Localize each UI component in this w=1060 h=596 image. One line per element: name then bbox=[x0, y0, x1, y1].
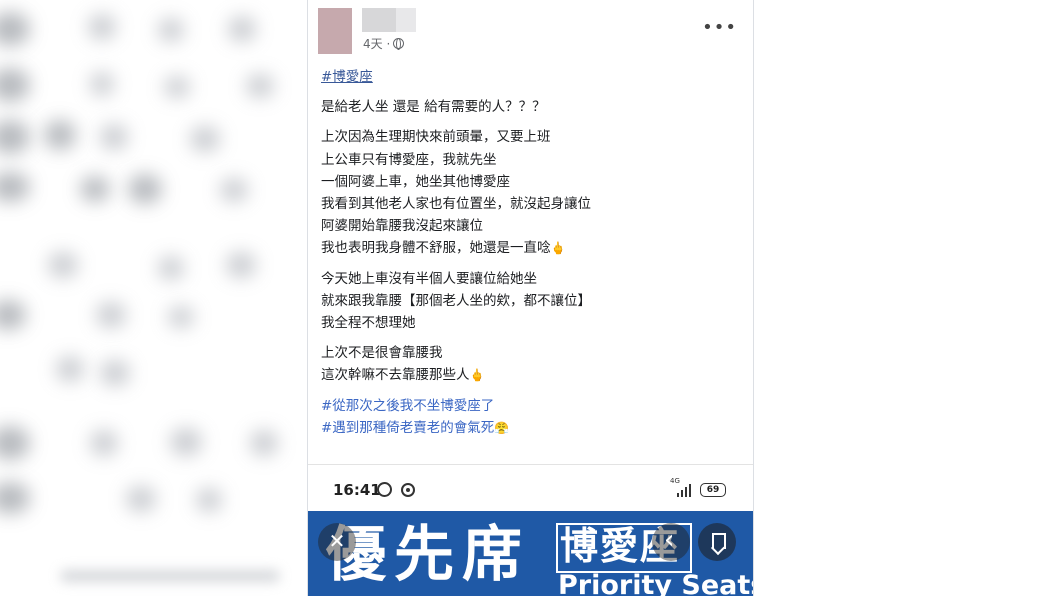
text-line: 就來跟我靠腰【那個老人坐的欸，都不讓位】 bbox=[321, 292, 591, 309]
chrome-icon bbox=[401, 483, 415, 497]
avatar[interactable] bbox=[318, 8, 352, 54]
middle-finger-emoji: 🖕 bbox=[469, 368, 485, 383]
text-line: 上公車只有博愛座，我就先坐 bbox=[321, 151, 497, 168]
priority-seats-sign: 優先席 博愛座 Priority Seats ✕ bbox=[308, 511, 753, 596]
alarm-icon bbox=[377, 482, 392, 497]
signal-icon bbox=[673, 481, 691, 497]
post-body: #博愛座 是給老人坐 還是 給有需要的人？？？ 上次因為生理期快來前頭暈，又要上… bbox=[321, 66, 741, 447]
status-clock: 16:41 bbox=[333, 481, 381, 499]
blurred-background-left bbox=[0, 0, 307, 596]
sign-large-text: 優先席 bbox=[326, 520, 530, 590]
paragraph-3: 上次不是很會靠腰我 這次幹嘛不去靠腰那些人🖕 bbox=[321, 342, 741, 386]
angry-face-emoji: 😤 bbox=[494, 420, 510, 435]
hashtag-link[interactable]: #從那次之後我不坐博愛座了 bbox=[321, 398, 494, 414]
text-line: 這次幹嘛不去靠腰那些人🖕 bbox=[321, 364, 741, 386]
text-line: 阿婆開始靠腰我沒起來讓位 bbox=[321, 218, 483, 235]
text-line: 我也表明我身體不舒服，她還是一直唸🖕 bbox=[321, 237, 741, 259]
hashtag-line: #博愛座 bbox=[321, 66, 741, 88]
bottom-hashtags: #從那次之後我不坐博愛座了 #遇到那種倚老賣老的會氣死😤 bbox=[321, 395, 741, 439]
hashtag-link[interactable]: #遇到那種倚老賣老的會氣死 bbox=[321, 420, 494, 436]
text-line: 我看到其他老人家也有位置坐，就沒起身讓位 bbox=[321, 196, 591, 213]
globe-icon bbox=[393, 38, 405, 50]
more-horizontal-icon[interactable]: ••• bbox=[702, 19, 737, 37]
paragraph-2: 今天她上車沒有半個人要讓位給她坐 就來跟我靠腰【那個老人坐的欸，都不讓位】 我全… bbox=[321, 268, 741, 335]
battery-icon: 69 bbox=[700, 483, 726, 497]
share-icon[interactable] bbox=[652, 523, 690, 561]
close-icon[interactable]: ✕ bbox=[318, 523, 356, 561]
bookmark-icon[interactable] bbox=[698, 523, 736, 561]
text-line: 我全程不想理她 bbox=[321, 315, 416, 332]
text-line: 上次不是很會靠腰我 bbox=[321, 345, 443, 362]
timestamp-text: 4天 · bbox=[363, 37, 391, 51]
sign-english-text: Priority Seats bbox=[558, 570, 753, 596]
text-line-content: 這次幹嘛不去靠腰那些人 bbox=[321, 367, 470, 384]
social-post-card: 4天 · ••• #博愛座 是給老人坐 還是 給有需要的人？？？ 上次因為生理期… bbox=[307, 0, 754, 596]
hashtag-link[interactable]: #博愛座 bbox=[321, 69, 373, 85]
paragraph-1: 上次因為生理期快來前頭暈，又要上班 上公車只有博愛座，我就先坐 一個阿婆上車，她… bbox=[321, 126, 741, 259]
background-right bbox=[752, 0, 1060, 596]
text-line: 今天她上車沒有半個人要讓位給她坐 bbox=[321, 270, 537, 287]
post-photo[interactable]: 16:41 4G 69 優先席 博愛座 Priority Seats ✕ bbox=[308, 464, 753, 596]
middle-finger-emoji: 🖕 bbox=[550, 241, 566, 256]
author-name-redacted-part bbox=[396, 8, 416, 32]
question-line: 是給老人坐 還是 給有需要的人？？？ bbox=[321, 99, 546, 116]
text-line: 一個阿婆上車，她坐其他博愛座 bbox=[321, 173, 510, 190]
text-line-content: 我也表明我身體不舒服，她還是一直唸 bbox=[321, 240, 551, 257]
post-header: 4天 · ••• bbox=[308, 0, 753, 60]
post-timestamp[interactable]: 4天 · bbox=[363, 35, 405, 52]
text-line: 上次因為生理期快來前頭暈，又要上班 bbox=[321, 129, 551, 146]
phone-status-bar: 16:41 4G 69 bbox=[308, 465, 753, 511]
